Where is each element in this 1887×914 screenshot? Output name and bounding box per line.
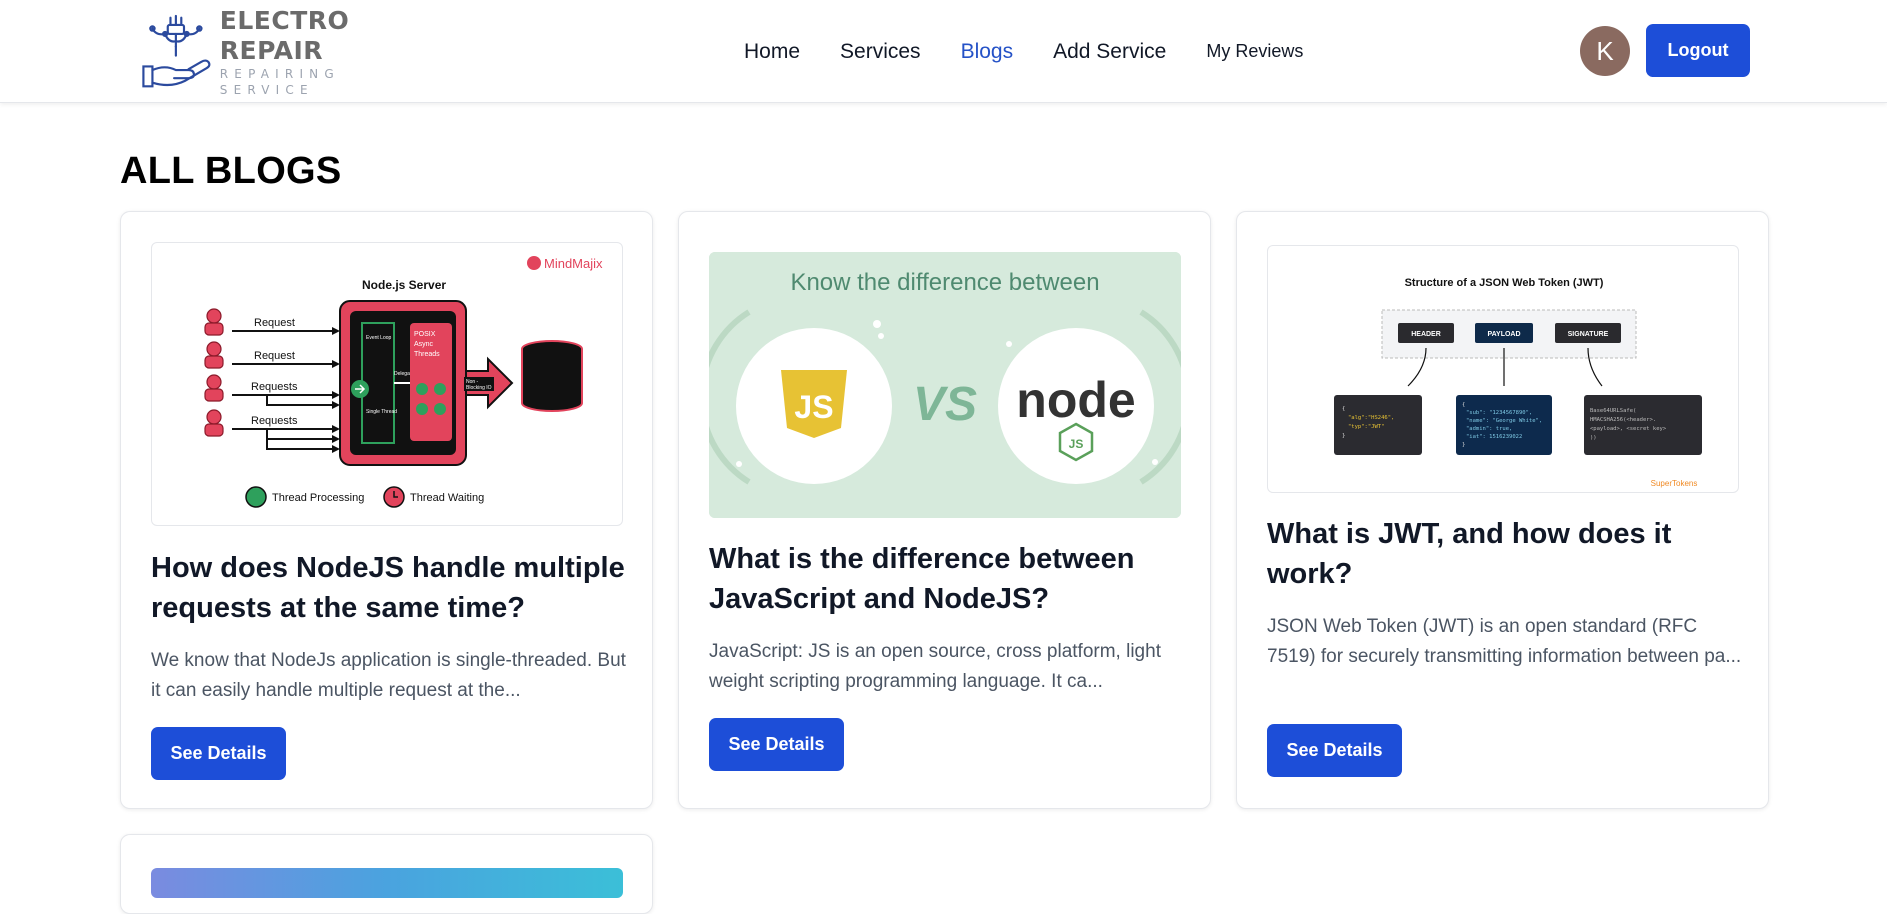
blog-card-image: MindMajix Node.js Server Request Request… (151, 242, 623, 526)
code-line: } (1462, 442, 1465, 448)
blog-title: How does NodeJS handle multiple requests… (151, 552, 625, 624)
see-details-button[interactable]: See Details (709, 718, 844, 771)
node-badge-text: JS (1069, 437, 1084, 451)
mindmajix-logo-icon (527, 256, 541, 270)
blog-excerpt: JavaScript: JS is an open source, cross … (709, 641, 1161, 692)
main-nav: Home Services Blogs Add Service My Revie… (744, 0, 1343, 103)
code-line: "alg":"HS246", (1348, 415, 1394, 421)
nav-services-link[interactable]: Services (840, 40, 921, 64)
site-header: ELECTRO REPAIR REPAIRING SERVICE Home Se… (0, 0, 1887, 103)
blog-title: What is the difference between JavaScrip… (709, 543, 1135, 615)
legend-waiting: Thread Waiting (410, 492, 484, 504)
code-line: { (1462, 402, 1465, 408)
request-label: Requests (251, 381, 298, 393)
request-label: Request (254, 317, 295, 329)
code-line: <payload>, <secret key> (1590, 426, 1667, 432)
posix-label: POSIX (414, 331, 436, 338)
nav-my-reviews-link[interactable]: My Reviews (1206, 41, 1303, 62)
code-line: } (1342, 433, 1345, 439)
plug-hand-logo-icon (142, 14, 211, 88)
logout-button[interactable]: Logout (1646, 24, 1750, 77)
code-line: )) (1590, 435, 1597, 441)
js-logo-text: JS (794, 389, 833, 425)
js-vs-node-illustration: Know the difference between JS VS node J… (709, 252, 1181, 518)
mindmajix-brand: MindMajix (544, 256, 603, 271)
posix-label: Async (414, 341, 434, 348)
legend-processing: Thread Processing (272, 492, 364, 504)
code-line: Base64URLSafe( (1590, 408, 1636, 414)
jwt-signature-label: SIGNATURE (1568, 331, 1609, 338)
nav-blogs-link[interactable]: Blogs (961, 40, 1014, 64)
code-line: "iat": 1516239022 (1466, 434, 1522, 440)
blog-card (120, 834, 653, 914)
blog-excerpt: We know that NodeJs application is singl… (151, 650, 626, 701)
code-line: "admin": true, (1466, 426, 1512, 432)
supertokens-brand: SuperTokens (1651, 479, 1698, 488)
code-line: HMACSHA256(<header>. (1590, 417, 1656, 423)
jwt-structure-diagram: Structure of a JSON Web Token (JWT) HEAD… (1334, 277, 1702, 488)
nav-add-service-link[interactable]: Add Service (1053, 40, 1166, 64)
see-details-button[interactable]: See Details (1267, 724, 1402, 777)
request-label: Request (254, 350, 295, 362)
nodejs-server-diagram: MindMajix Node.js Server Request Request… (204, 256, 603, 508)
brand-subtitle: REPAIRING SERVICE (219, 67, 340, 97)
blog-card: Know the difference between JS VS node J… (678, 211, 1211, 809)
code-line: "typ":"JWT" (1348, 424, 1384, 430)
jwt-payload-label: PAYLOAD (1487, 331, 1520, 338)
vs-text: VS (913, 378, 977, 431)
blog-card-image (151, 868, 623, 898)
blog-card-image: Know the difference between JS VS node J… (709, 252, 1181, 518)
see-details-button[interactable]: See Details (151, 727, 286, 780)
jwt-header-label: HEADER (1411, 331, 1441, 338)
blog-card-image: Structure of a JSON Web Token (JWT) HEAD… (1267, 245, 1739, 493)
diagram-heading: Node.js Server (362, 278, 446, 292)
non-blocking-label: Blocking IO (466, 385, 492, 391)
nav-home-link[interactable]: Home (744, 40, 800, 64)
page-title: ALL BLOGS (120, 150, 342, 192)
image-heading: Know the difference between (790, 269, 1099, 296)
blog-card: MindMajix Node.js Server Request Request… (120, 211, 653, 809)
code-line: "sub": "1234567890", (1466, 410, 1532, 416)
blog-card: Structure of a JSON Web Token (JWT) HEAD… (1236, 211, 1769, 809)
blog-excerpt: JSON Web Token (JWT) is an open standard… (1267, 616, 1742, 667)
user-avatar[interactable]: K (1580, 26, 1630, 76)
code-line: "name": "George White", (1466, 418, 1542, 424)
event-loop-label: Event Loop (366, 335, 392, 341)
code-line: { (1342, 406, 1345, 412)
thread-processing-legend-icon (245, 486, 267, 508)
request-label: Requests (251, 415, 298, 427)
blog-title: What is JWT, and how does it work? (1267, 518, 1672, 590)
node-logo-text: node (1016, 372, 1135, 428)
image-heading: Structure of a JSON Web Token (JWT) (1405, 277, 1604, 289)
brand-title: ELECTRO REPAIR (219, 6, 350, 65)
brand-logo[interactable]: ELECTRO REPAIR REPAIRING SERVICE (138, 6, 438, 97)
posix-label: Threads (414, 351, 440, 358)
single-thread-label: Single Thread (366, 409, 397, 415)
